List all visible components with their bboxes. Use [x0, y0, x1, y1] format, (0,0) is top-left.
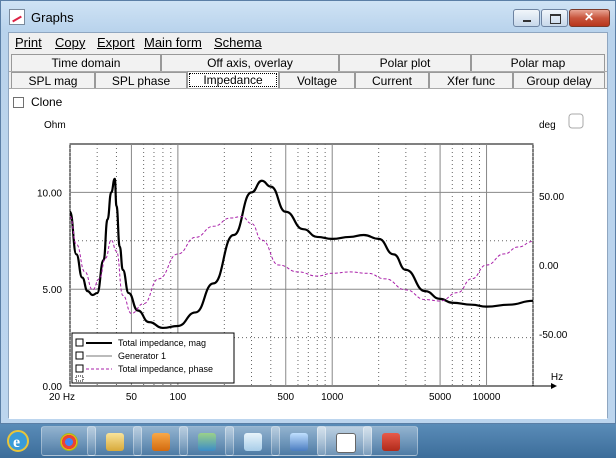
y-right-tick-label: 50.00 — [539, 192, 564, 203]
tab-polar-map[interactable]: Polar map — [471, 54, 605, 71]
tab-group-delay[interactable]: Group delay — [513, 72, 605, 89]
window-client-area: Print Copy Export Main form Schema Time … — [8, 32, 608, 419]
presentation-icon — [382, 433, 400, 451]
svg-text:e: e — [13, 434, 20, 451]
maximize-button[interactable] — [541, 9, 568, 27]
x-tick-label: 500 — [277, 392, 294, 403]
presentation-taskbar-button[interactable] — [363, 426, 418, 456]
legend-toggle-box — [75, 364, 84, 373]
menu-schema[interactable]: Schema — [214, 35, 262, 50]
x-tick-label: 5000 — [429, 392, 452, 403]
chrome-icon — [60, 433, 78, 451]
legend-label: Total impedance, phase — [118, 364, 213, 374]
title-bar[interactable]: Graphs — [1, 1, 615, 33]
x-axis-unit-label: Hz — [551, 372, 563, 383]
graph-app-icon — [336, 433, 356, 453]
legend-label: Generator 1 — [118, 351, 166, 361]
y-left-tick-label: 5.00 — [43, 285, 63, 296]
impedance-chart: 20 Hz 50 100 500 1000 5000 10000 Hz 0.00 5.00 10.0… — [37, 113, 584, 403]
y-left-tick-label: 10.00 — [37, 188, 62, 199]
chart-corner-button — [568, 113, 584, 129]
y-left-axis-label: Ohm — [44, 120, 66, 131]
x-tick-label: 20 Hz — [49, 392, 75, 403]
x-tick-label: 10000 — [473, 392, 501, 403]
tab-polar-plot[interactable]: Polar plot — [339, 54, 471, 71]
impedance-panel: Clone 20 Hz 50 100 500 1000 5000 10000 Hz 0.00 5.… — [9, 88, 607, 419]
x-tick-label: 1000 — [321, 392, 344, 403]
y-right-tick-label: -50.00 — [539, 330, 568, 341]
graphs-window: Graphs Print Copy Export Main form Schem… — [0, 0, 616, 424]
tab-voltage[interactable]: Voltage — [279, 72, 355, 89]
notes-icon — [244, 433, 262, 451]
minimize-button[interactable] — [513, 9, 540, 27]
x-axis-arrow — [551, 383, 557, 389]
graph-app-icon — [9, 9, 25, 25]
folder-icon — [106, 433, 124, 451]
window-title: Graphs — [31, 10, 74, 25]
tab-impedance[interactable]: Impedance — [187, 71, 279, 89]
users-icon — [198, 433, 216, 451]
tab-off-axis-overlay[interactable]: Off axis, overlay — [161, 54, 339, 71]
menu-main-form[interactable]: Main form — [144, 35, 202, 50]
tab-xfer-func[interactable]: Xfer func — [429, 72, 513, 89]
legend-toggle-box — [75, 338, 84, 347]
y-right-tick-label: 0.00 — [539, 261, 559, 272]
tab-spl-phase[interactable]: SPL phase — [95, 72, 187, 89]
x-tick-label: 50 — [126, 392, 138, 403]
menu-export[interactable]: Export — [97, 35, 135, 50]
y-left-tick-label: 0.00 — [43, 382, 63, 393]
x-tick-label: 100 — [170, 392, 187, 403]
taskbar: e — [0, 424, 616, 458]
legend-label: Total impedance, mag — [118, 338, 206, 348]
menu-print[interactable]: Print — [15, 35, 42, 50]
close-button[interactable] — [569, 9, 610, 27]
y-right-axis-label: deg — [539, 120, 556, 131]
network-icon — [290, 433, 308, 451]
tab-current[interactable]: Current — [355, 72, 429, 89]
tab-time-domain[interactable]: Time domain — [11, 54, 161, 71]
legend-toggle-box — [75, 375, 84, 382]
media-player-icon — [152, 433, 170, 451]
menu-copy[interactable]: Copy — [55, 35, 85, 50]
legend-toggle-box — [75, 351, 84, 360]
tab-spl-mag[interactable]: SPL mag — [11, 72, 95, 89]
ie-icon[interactable]: e — [2, 426, 34, 456]
menu-bar: Print Copy Export Main form Schema — [9, 33, 607, 52]
